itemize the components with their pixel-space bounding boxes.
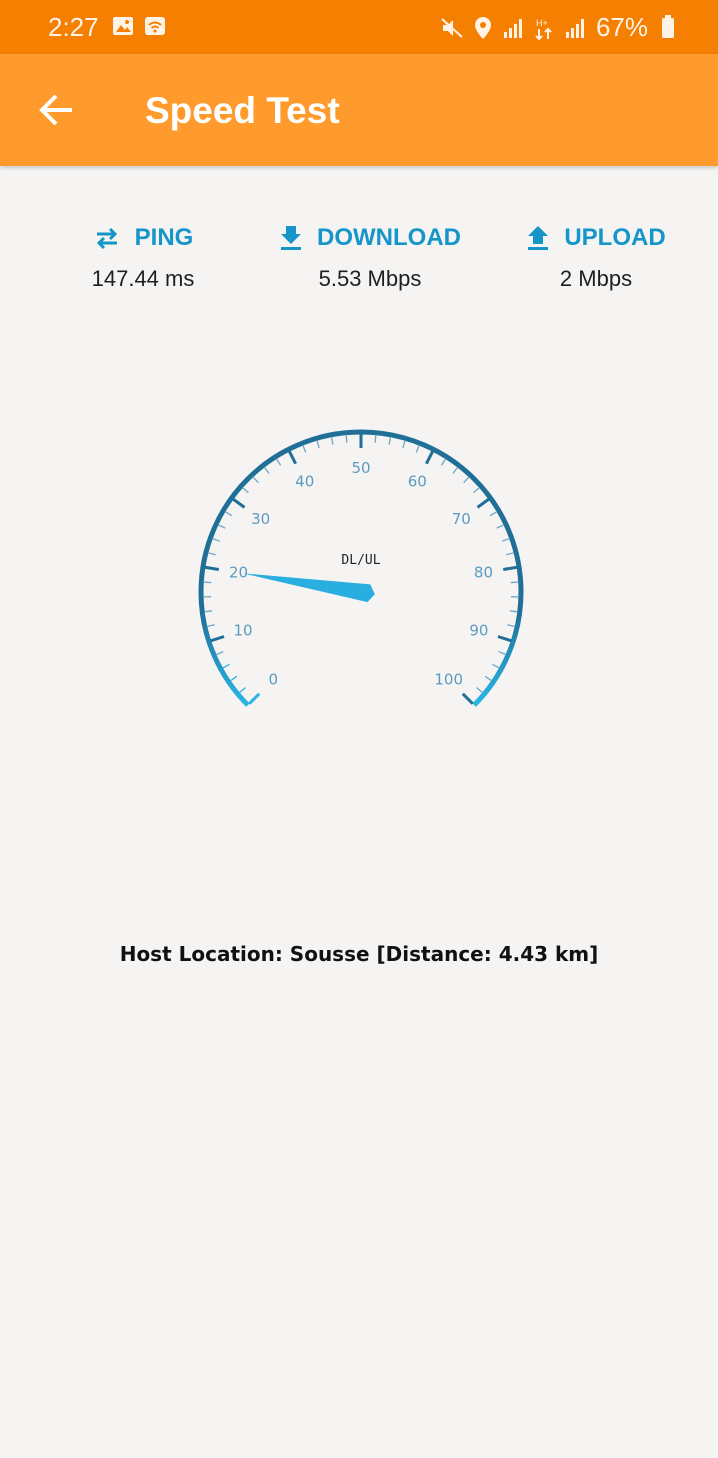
- ping-value: 147.44 ms: [91, 266, 195, 291]
- upload-label: UPLOAD: [564, 224, 666, 251]
- page-title: Speed Test: [145, 90, 340, 131]
- gauge-minor-tick: [507, 624, 516, 628]
- gauge-minor-tick: [402, 440, 406, 449]
- gauge-minor-tick: [415, 444, 420, 453]
- gauge-minor-tick: [473, 487, 480, 494]
- gauge-minor-tick: [484, 675, 493, 682]
- gauge-major-tick: [476, 497, 490, 509]
- download-metric: DOWNLOAD 5.53 Mbps: [272, 220, 468, 292]
- gauge-minor-tick: [217, 524, 226, 529]
- data-icon: H+: [535, 18, 552, 40]
- gauge-minor-tick: [238, 687, 246, 694]
- gauge-minor-tick: [316, 440, 320, 449]
- gauge-minor-tick: [452, 466, 459, 474]
- gauge-minor-tick: [206, 624, 215, 628]
- gauge-minor-tick: [498, 650, 507, 656]
- gauge-minor-tick: [207, 552, 216, 556]
- gauge-minor-tick: [374, 434, 377, 443]
- app-bar: Speed Test: [0, 54, 718, 166]
- gauge-tick-label: 70: [452, 510, 471, 528]
- gauge-minor-tick: [510, 581, 519, 584]
- gauge-minor-tick: [476, 687, 484, 694]
- gauge-minor-tick: [275, 458, 282, 466]
- status-time: 2:27: [48, 12, 99, 42]
- gauge-major-tick: [232, 497, 246, 509]
- gauge-tick-label: 60: [408, 473, 427, 491]
- upload-value: 2 Mbps: [559, 266, 633, 291]
- gauge-major-tick: [287, 450, 297, 465]
- gauge-minor-tick: [204, 610, 213, 613]
- gauge-tick-label: 90: [469, 621, 488, 639]
- signal-icon: [503, 18, 522, 38]
- gauge-minor-tick: [229, 675, 238, 682]
- gauge-major-tick: [210, 635, 225, 643]
- gauge-minor-tick: [496, 524, 505, 529]
- gauge-tick-label: 20: [229, 564, 248, 582]
- gauge-tick-label: 100: [434, 671, 463, 689]
- gauge-minor-tick: [388, 436, 392, 445]
- download-header: DOWNLOAD: [272, 220, 468, 256]
- gauge-minor-tick: [440, 458, 447, 466]
- speed-gauge: 0 10 20 30 40 50 60 70 80 90 100 DL/UL: [198, 429, 524, 707]
- back-button[interactable]: [30, 86, 82, 134]
- gauge-minor-tick: [263, 466, 270, 474]
- image-icon: [113, 17, 133, 35]
- download-icon: [281, 226, 301, 250]
- gauge-tick-label: 30: [251, 510, 270, 528]
- gauge-minor-tick: [222, 663, 230, 669]
- gauge-minor-tick: [509, 610, 518, 613]
- gauge-labels: 0 10 20 30 40 50 60 70 80 90 100: [229, 459, 493, 689]
- gauge-minor-tick: [501, 537, 510, 542]
- ping-header: PING: [80, 220, 206, 256]
- gauge-minor-tick: [330, 436, 334, 445]
- gauge-major-tick: [502, 565, 518, 571]
- gauge-minor-tick: [506, 552, 515, 556]
- gauge-minor-tick: [242, 487, 249, 494]
- gauge-tick-label: 50: [351, 459, 370, 477]
- battery-icon: [662, 14, 674, 38]
- gauge-tick-label: 0: [269, 671, 279, 689]
- gauge-major-tick: [248, 692, 261, 705]
- upload-header: UPLOAD: [520, 220, 672, 256]
- gauge-minor-tick: [302, 444, 307, 453]
- gauge-major-tick: [461, 692, 474, 705]
- swap-arrows-icon: [96, 227, 117, 250]
- host-location: Host Location: Sousse [Distance: 4.43 km…: [119, 942, 599, 966]
- mute-icon: [441, 17, 463, 38]
- gauge-minor-tick: [215, 650, 224, 656]
- gauge-tick-label: 10: [234, 621, 253, 639]
- arrow-left-icon: [39, 94, 72, 126]
- gauge-minor-tick: [463, 476, 470, 484]
- battery-percent: 67%: [595, 12, 648, 42]
- status-right: H+ 67%: [440, 12, 674, 43]
- gauge-minor-tick: [252, 476, 259, 484]
- gauge-minor-tick: [489, 511, 498, 517]
- gauge-tick-label: 40: [295, 473, 314, 491]
- ping-metric: PING 147.44 ms: [80, 220, 206, 292]
- location-icon: [474, 16, 491, 39]
- gauge-minor-tick: [224, 511, 233, 517]
- download-value: 5.53 Mbps: [318, 266, 422, 291]
- svg-text:H+: H+: [536, 18, 548, 28]
- upload-metric: UPLOAD 2 Mbps: [520, 220, 672, 292]
- gauge-major-tick: [204, 565, 220, 571]
- status-bar: 2:27 H+ 67%: [0, 0, 718, 54]
- gauge-minor-tick: [203, 581, 212, 584]
- gauge-minor-tick: [212, 537, 221, 542]
- gauge-label: DL/UL: [341, 553, 380, 568]
- signal-icon: [565, 18, 584, 38]
- gauge-needle: [242, 573, 375, 603]
- gauge-major-tick: [497, 635, 512, 643]
- download-label: DOWNLOAD: [317, 224, 461, 251]
- wifi-icon: [145, 17, 165, 35]
- gauge-major-tick: [425, 450, 435, 465]
- upload-icon: [528, 226, 549, 250]
- gauge-minor-tick: [345, 434, 348, 443]
- ping-label: PING: [134, 224, 194, 251]
- gauge-tick-label: 80: [474, 564, 493, 582]
- status-left-icons: [112, 15, 166, 37]
- gauge-minor-tick: [492, 663, 500, 669]
